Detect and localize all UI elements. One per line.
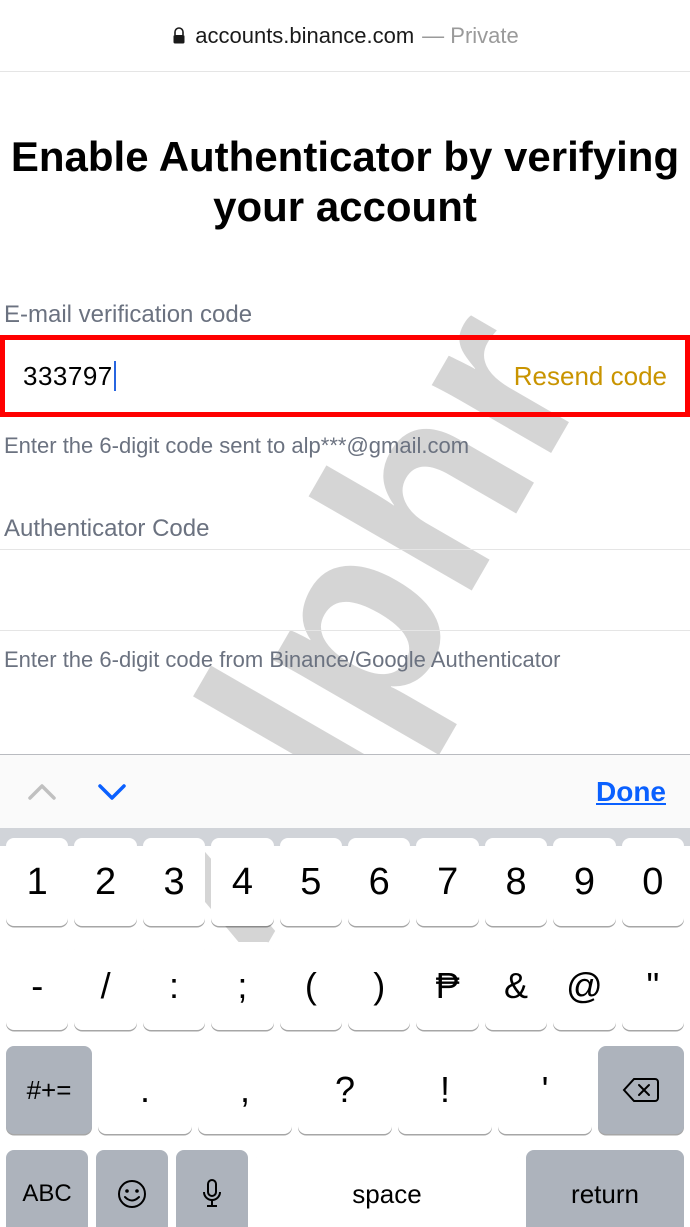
emoji-icon xyxy=(116,1178,148,1210)
key-1[interactable]: 1 xyxy=(6,838,68,926)
next-field-button[interactable] xyxy=(92,772,132,812)
keyboard-row-1: 1 2 3 4 5 6 7 8 9 0 xyxy=(6,838,684,926)
key-6[interactable]: 6 xyxy=(348,838,410,926)
key-backspace[interactable] xyxy=(598,1046,684,1134)
key-comma[interactable]: , xyxy=(198,1046,292,1134)
key-peso[interactable]: ₱ xyxy=(416,942,478,1030)
key-slash[interactable]: / xyxy=(74,942,136,1030)
authenticator-code-label: Authenticator Code xyxy=(0,515,690,549)
key-ampersand[interactable]: & xyxy=(485,942,547,1030)
address-domain: accounts.binance.com xyxy=(171,23,414,49)
key-0[interactable]: 0 xyxy=(622,838,684,926)
key-quote[interactable]: " xyxy=(622,942,684,1030)
keyboard-accessory-bar: Done xyxy=(0,754,690,828)
key-return[interactable]: return xyxy=(526,1150,684,1227)
key-question[interactable]: ? xyxy=(298,1046,392,1134)
key-2[interactable]: 2 xyxy=(74,838,136,926)
key-space[interactable]: space xyxy=(256,1150,518,1227)
key-dash[interactable]: - xyxy=(6,942,68,1030)
previous-field-button xyxy=(22,772,62,812)
key-colon[interactable]: : xyxy=(143,942,205,1030)
lock-icon xyxy=(171,27,187,45)
key-period[interactable]: . xyxy=(98,1046,192,1134)
microphone-icon xyxy=(201,1178,223,1210)
key-emoji[interactable] xyxy=(96,1150,168,1227)
key-paren-open[interactable]: ( xyxy=(280,942,342,1030)
key-3[interactable]: 3 xyxy=(143,838,205,926)
email-code-label: E-mail verification code xyxy=(0,301,690,335)
authenticator-code-hint: Enter the 6-digit code from Binance/Goog… xyxy=(0,631,690,673)
resend-code-button[interactable]: Resend code xyxy=(514,361,667,392)
key-4[interactable]: 4 xyxy=(211,838,273,926)
address-bar[interactable]: accounts.binance.com — Private xyxy=(0,0,690,72)
key-semicolon[interactable]: ; xyxy=(211,942,273,1030)
key-exclaim[interactable]: ! xyxy=(398,1046,492,1134)
key-symbols-switch[interactable]: #+= xyxy=(6,1046,92,1134)
page-title: Enable Authenticator by verifying your a… xyxy=(0,132,690,231)
key-apostrophe[interactable]: ' xyxy=(498,1046,592,1134)
address-private-label: — Private xyxy=(422,23,519,49)
key-5[interactable]: 5 xyxy=(280,838,342,926)
email-code-hint: Enter the 6-digit code sent to alp***@gm… xyxy=(0,417,690,459)
backspace-icon xyxy=(622,1076,660,1104)
key-dictation[interactable] xyxy=(176,1150,248,1227)
chevron-up-icon xyxy=(27,782,57,802)
keyboard-row-3: #+= . , ? ! ' xyxy=(6,1046,684,1134)
ios-keyboard: 1 2 3 4 5 6 7 8 9 0 - / : ; ( ) ₱ & @ " … xyxy=(0,828,690,846)
text-caret xyxy=(114,361,117,391)
key-8[interactable]: 8 xyxy=(485,838,547,926)
email-code-field[interactable]: 333797 Resend code xyxy=(0,335,690,417)
email-code-value: 333797 xyxy=(23,361,116,392)
key-at[interactable]: @ xyxy=(553,942,615,1030)
key-abc-switch[interactable]: ABC xyxy=(6,1150,88,1227)
authenticator-code-field[interactable] xyxy=(0,549,690,631)
key-paren-close[interactable]: ) xyxy=(348,942,410,1030)
chevron-down-icon xyxy=(97,782,127,802)
key-7[interactable]: 7 xyxy=(416,838,478,926)
done-button[interactable]: Done xyxy=(596,776,666,808)
keyboard-row-4: ABC space return xyxy=(6,1150,684,1227)
keyboard-row-2: - / : ; ( ) ₱ & @ " xyxy=(6,942,684,1030)
key-9[interactable]: 9 xyxy=(553,838,615,926)
